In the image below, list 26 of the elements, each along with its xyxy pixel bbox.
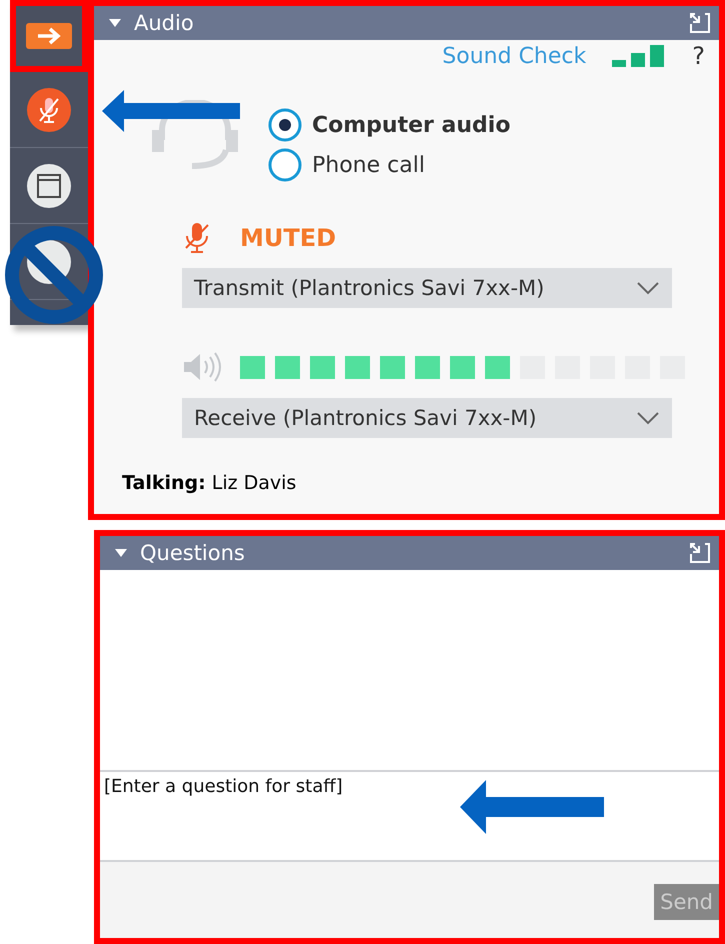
muted-mic-icon (26, 86, 72, 132)
muted-label: MUTED (240, 224, 336, 252)
panel-title: Audio (134, 11, 195, 35)
audio-option[interactable]: Computer audio (268, 108, 510, 142)
panel-title: Questions (140, 541, 246, 565)
popout-icon[interactable] (689, 12, 711, 34)
transmit-dropdown[interactable]: Transmit (Plantronics Savi 7xx-M) (182, 268, 672, 308)
collapse-triangle-icon[interactable] (108, 18, 122, 28)
chevron-down-icon (636, 281, 660, 295)
speaker-icon (182, 350, 222, 384)
receive-dropdown[interactable]: Receive (Plantronics Savi 7xx-M) (182, 398, 672, 438)
audio-option[interactable]: Phone call (268, 148, 510, 182)
window-icon (26, 162, 72, 208)
chevron-down-icon (636, 411, 660, 425)
question-input[interactable]: [Enter a question for staff] (100, 770, 719, 862)
muted-mic-icon (184, 222, 210, 254)
headset-icon (152, 100, 238, 172)
talking-status: Talking: Liz Davis (122, 472, 298, 494)
radio-icon[interactable] (268, 108, 302, 142)
radio-icon[interactable] (268, 148, 302, 182)
collapse-button[interactable] (10, 0, 88, 72)
popout-icon[interactable] (689, 542, 711, 564)
prohibition-sign-icon (4, 225, 104, 325)
help-icon[interactable]: ? (692, 42, 705, 70)
collapse-triangle-icon[interactable] (114, 548, 128, 558)
signal-bars-icon (612, 45, 666, 67)
